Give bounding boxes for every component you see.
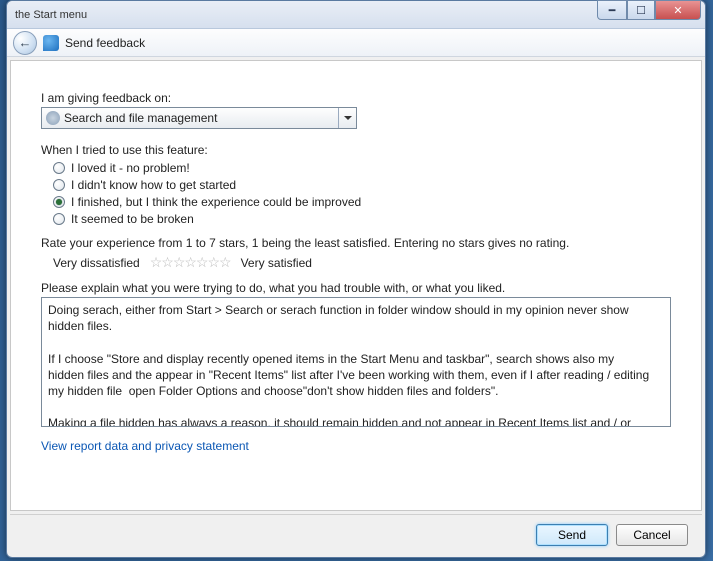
window-title: the Start menu: [15, 9, 87, 21]
radio-option[interactable]: I loved it - no problem!: [53, 161, 671, 175]
send-button[interactable]: Send: [536, 524, 608, 546]
radio-icon[interactable]: [53, 179, 65, 191]
explain-label: Please explain what you were trying to d…: [41, 281, 671, 295]
footer: Send Cancel: [10, 514, 702, 554]
radio-icon[interactable]: [53, 162, 65, 174]
cancel-button[interactable]: Cancel: [616, 524, 688, 546]
content-area: I am giving feedback on: Search and file…: [10, 60, 702, 511]
experience-label: When I tried to use this feature:: [41, 143, 671, 157]
radio-option[interactable]: I finished, but I think the experience c…: [53, 195, 671, 209]
radio-label: I didn't know how to get started: [71, 178, 236, 192]
titlebar[interactable]: the Start menu ━ ☐ ✕: [7, 1, 705, 29]
radio-option[interactable]: It seemed to be broken: [53, 212, 671, 226]
star-rating[interactable]: ☆☆☆☆☆☆☆: [150, 254, 231, 271]
topic-icon: [46, 111, 60, 125]
rating-label: Rate your experience from 1 to 7 stars, …: [41, 236, 671, 250]
radio-label: It seemed to be broken: [71, 212, 194, 226]
toolbar-title: Send feedback: [65, 36, 145, 50]
radio-icon[interactable]: [53, 213, 65, 225]
close-button[interactable]: ✕: [655, 0, 701, 20]
feedback-textarea[interactable]: Doing serach, either from Start > Search…: [41, 297, 671, 427]
maximize-button[interactable]: ☐: [627, 0, 655, 20]
very-dissatisfied-label: Very dissatisfied: [53, 256, 140, 270]
minimize-button[interactable]: ━: [597, 0, 627, 20]
privacy-link[interactable]: View report data and privacy statement: [41, 439, 249, 453]
topic-dropdown[interactable]: Search and file management: [41, 107, 357, 129]
chevron-down-icon: [338, 108, 356, 128]
radio-icon[interactable]: [53, 196, 65, 208]
topic-label: I am giving feedback on:: [41, 91, 671, 105]
topic-value: Search and file management: [64, 111, 217, 125]
radio-label: I loved it - no problem!: [71, 161, 190, 175]
arrow-left-icon: ←: [19, 35, 32, 50]
radio-label: I finished, but I think the experience c…: [71, 195, 361, 209]
feedback-window: the Start menu ━ ☐ ✕ ← Send feedback I a…: [6, 0, 706, 558]
very-satisfied-label: Very satisfied: [241, 256, 312, 270]
back-button[interactable]: ←: [13, 31, 37, 55]
toolbar: ← Send feedback: [7, 29, 705, 57]
feedback-icon: [43, 35, 59, 51]
radio-option[interactable]: I didn't know how to get started: [53, 178, 671, 192]
experience-options: I loved it - no problem! I didn't know h…: [53, 161, 671, 226]
